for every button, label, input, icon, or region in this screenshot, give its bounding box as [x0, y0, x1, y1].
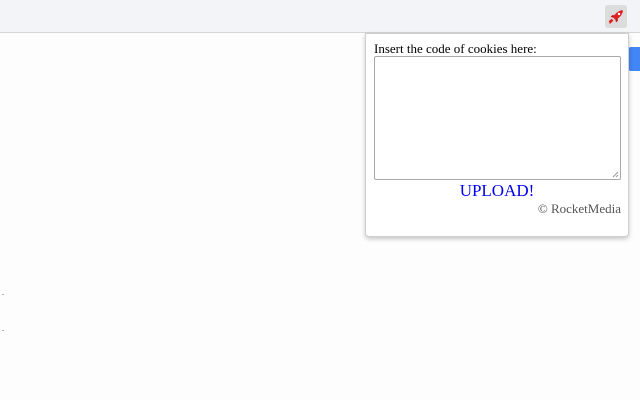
cookies-textarea[interactable] [374, 56, 621, 180]
page-artifact [2, 330, 4, 331]
upload-link[interactable]: UPLOAD! [366, 181, 628, 201]
extension-button[interactable] [605, 5, 627, 28]
resize-grip-icon[interactable] [611, 170, 619, 178]
cookies-label: Insert the code of cookies here: [374, 41, 537, 56]
rocket-icon [608, 9, 623, 24]
browser-toolbar [0, 0, 640, 33]
extension-popup: Insert the code of cookies here: UPLOAD!… [365, 33, 629, 237]
browser-window: Insert the code of cookies here: UPLOAD!… [0, 0, 640, 400]
page-blue-button-edge[interactable] [628, 47, 640, 71]
page-artifact [2, 294, 4, 295]
copyright-text: © RocketMedia [537, 201, 621, 216]
